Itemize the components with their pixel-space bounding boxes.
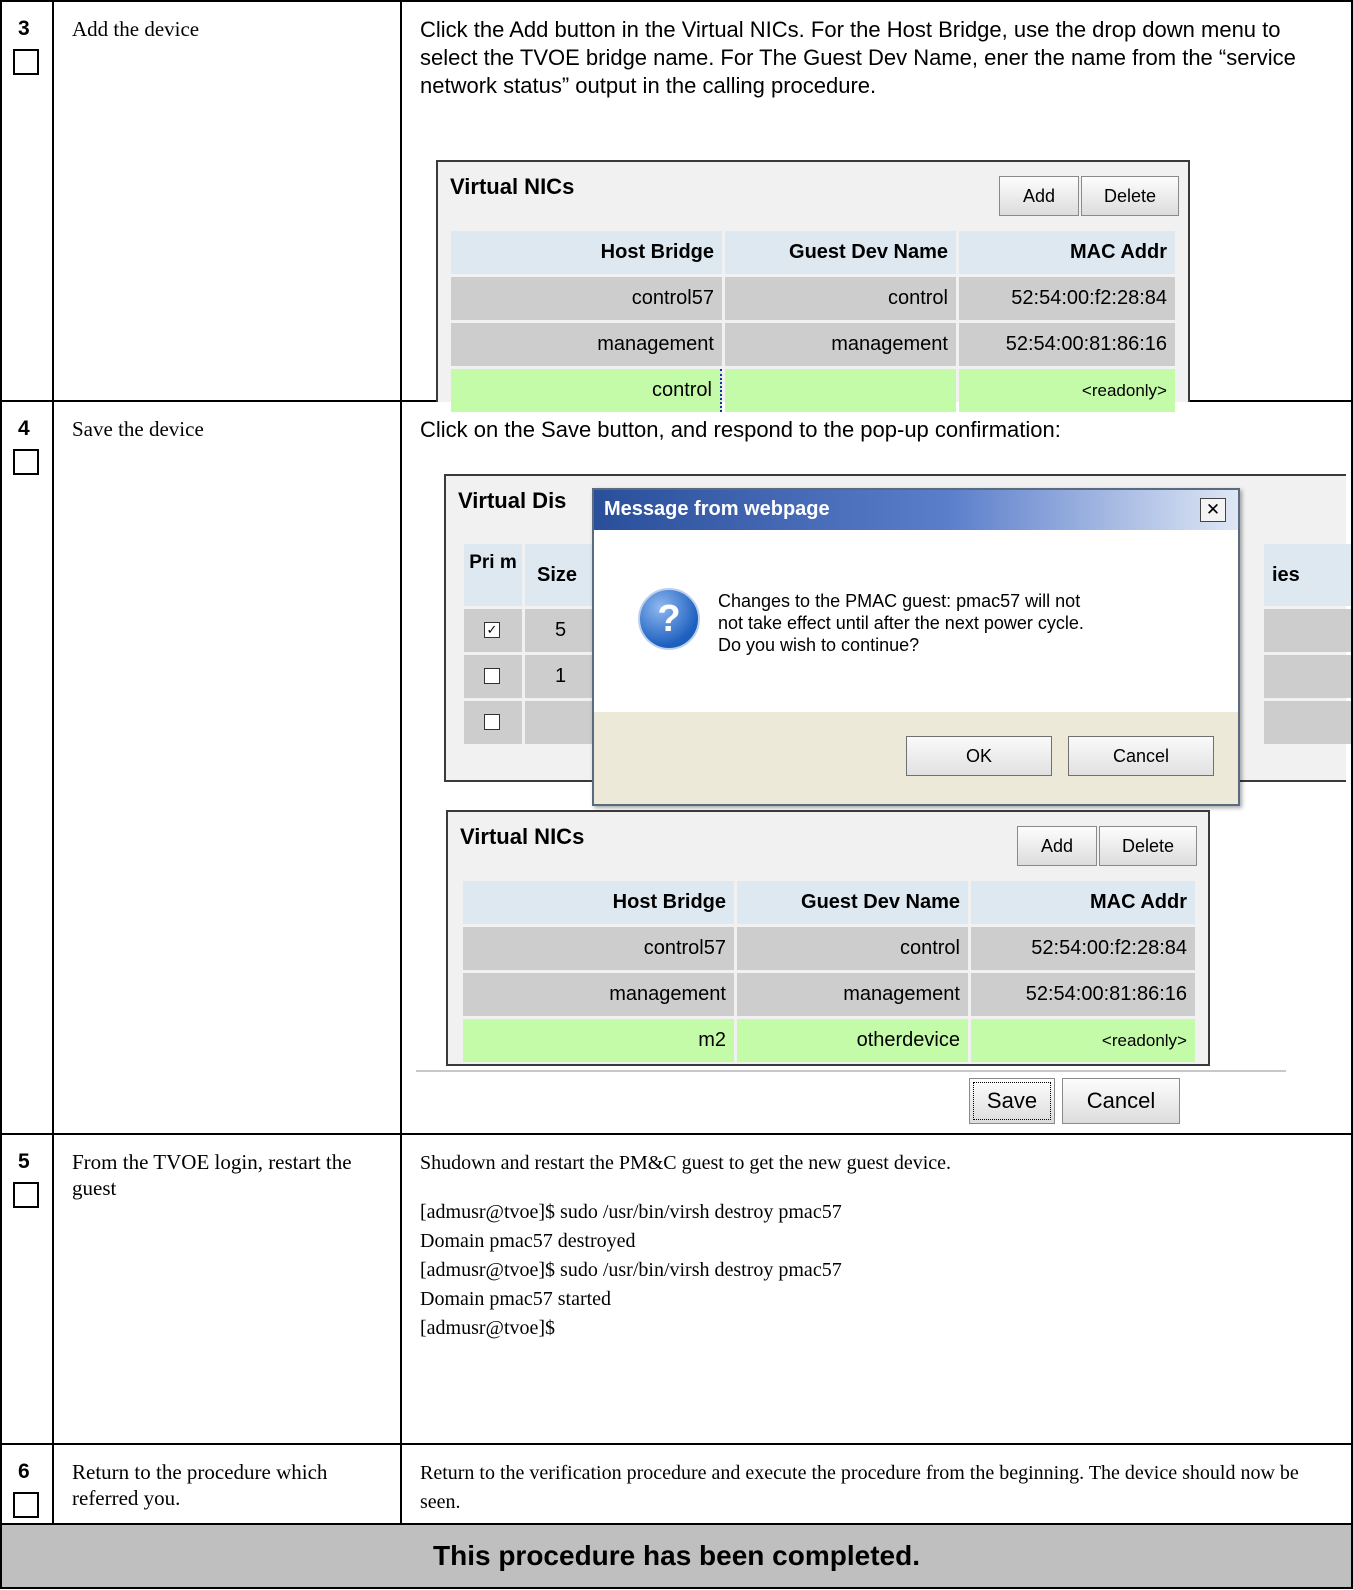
cell-guest-dev-name: control	[737, 927, 968, 970]
cell-guest-dev-name: management	[737, 973, 968, 1016]
step-row-6: 6 Return to the procedure which referred…	[0, 1443, 1353, 1525]
console-line: Domain pmac57 started	[420, 1288, 612, 1310]
procedure-table: 3 Add the device Click the Add button in…	[0, 0, 1353, 1589]
step-checkbox[interactable]	[13, 49, 39, 75]
step-instruction: Shudown and restart the PM&C guest to ge…	[420, 1152, 952, 1174]
save-button[interactable]: Save	[969, 1078, 1055, 1124]
disk-right-cell	[1264, 609, 1350, 652]
step-instruction: Return to the verification procedure and…	[420, 1462, 1299, 1513]
console-line: [admusr@tvoe]$ sudo /usr/bin/virsh destr…	[420, 1201, 842, 1223]
table-row-new[interactable]: m2 otherdevice <readonly>	[463, 1019, 1195, 1062]
cell-mac-addr: <readonly>	[971, 1019, 1195, 1062]
dialog-title: Message from webpage	[604, 498, 830, 520]
delete-button[interactable]: Delete	[1081, 176, 1179, 216]
primary-checkbox[interactable]	[484, 668, 500, 684]
step-action: Add the device	[72, 17, 200, 41]
step-number: 4	[18, 417, 30, 440]
disk-right-cell	[1264, 701, 1350, 744]
panel-title: Virtual Dis	[458, 488, 567, 513]
disk-right-cell	[1264, 655, 1350, 698]
confirm-dialog: Message from webpage ✕ ? Changes to the …	[592, 488, 1240, 806]
close-icon[interactable]: ✕	[1200, 498, 1226, 522]
table-row[interactable]: management management 52:54:00:81:86:16	[451, 323, 1175, 366]
completion-text: This procedure has been completed.	[0, 1523, 1353, 1589]
col-guest-dev-name: Guest Dev Name	[725, 231, 956, 274]
cell-guest-dev-name: control	[725, 277, 956, 320]
col-host-bridge: Host Bridge	[451, 231, 722, 274]
cell-mac-addr: 52:54:00:81:86:16	[959, 323, 1175, 366]
cell-host-bridge: control57	[451, 277, 722, 320]
console-line: [admusr@tvoe]$ sudo /usr/bin/virsh destr…	[420, 1259, 842, 1281]
cell-host-bridge: control57	[463, 927, 734, 970]
step-number: 6	[18, 1460, 30, 1483]
dialog-message-line: Do you wish to continue?	[718, 635, 920, 655]
delete-button[interactable]: Delete	[1099, 826, 1197, 866]
step-checkbox[interactable]	[13, 449, 39, 475]
virtual-nics-panel: Virtual NICs Add Delete Host Bridge Gues…	[446, 810, 1210, 1066]
dialog-titlebar: Message from webpage ✕	[594, 490, 1238, 530]
step-row-5: 5 From the TVOE login, restart the guest…	[0, 1133, 1353, 1445]
table-row[interactable]: control57 control 52:54:00:f2:28:84	[463, 927, 1195, 970]
cell-host-bridge: management	[451, 323, 722, 366]
disk-prim-cell	[464, 701, 522, 744]
table-header-row: Host Bridge Guest Dev Name MAC Addr	[463, 881, 1195, 924]
step-number: 3	[18, 17, 30, 40]
dialog-footer: OK Cancel	[594, 712, 1238, 804]
step-number: 5	[18, 1150, 30, 1173]
console-line: Domain pmac57 destroyed	[420, 1230, 636, 1252]
step-action: From the TVOE login, restart the guest	[72, 1150, 352, 1200]
step-instruction: Click on the Save button, and respond to…	[420, 417, 1061, 442]
col-mac-addr: MAC Addr	[971, 881, 1195, 924]
console-output: [admusr@tvoe]$ sudo /usr/bin/virsh destr…	[402, 1178, 1351, 1343]
col-host-bridge: Host Bridge	[463, 881, 734, 924]
step-checkbox[interactable]	[13, 1182, 39, 1208]
cancel-button[interactable]: Cancel	[1068, 736, 1214, 776]
primary-checkbox[interactable]: ✓	[484, 622, 500, 638]
cell-mac-addr: 52:54:00:f2:28:84	[959, 277, 1175, 320]
panel-title: Virtual NICs	[460, 824, 585, 849]
nics-table: Host Bridge Guest Dev Name MAC Addr cont…	[448, 228, 1178, 415]
cell-host-bridge[interactable]: m2	[463, 1019, 734, 1062]
cell-guest-dev-name[interactable]: otherdevice	[737, 1019, 968, 1062]
disks-header-prim: Pri m	[464, 544, 522, 606]
add-button[interactable]: Add	[999, 176, 1079, 216]
panel-title: Virtual NICs	[450, 174, 575, 199]
form-divider	[416, 1070, 1286, 1072]
question-icon: ?	[638, 588, 700, 650]
step-row-3: 3 Add the device Click the Add button in…	[0, 0, 1353, 412]
virtual-nics-panel: Virtual NICs Add Delete Host Bridge Gues…	[436, 160, 1190, 412]
cell-guest-dev-name: management	[725, 323, 956, 366]
console-line: [admusr@tvoe]$	[420, 1317, 556, 1339]
completion-row: This procedure has been completed.	[0, 1523, 1353, 1589]
col-mac-addr: MAC Addr	[959, 231, 1175, 274]
dialog-message: Changes to the PMAC guest: pmac57 will n…	[718, 590, 1084, 656]
step-action: Save the device	[72, 417, 204, 441]
table-header-row: Host Bridge Guest Dev Name MAC Addr	[451, 231, 1175, 274]
nics-table: Host Bridge Guest Dev Name MAC Addr cont…	[460, 878, 1198, 1065]
disk-prim-cell	[464, 655, 522, 698]
cell-mac-addr: 52:54:00:81:86:16	[971, 973, 1195, 1016]
disks-header-right: ies	[1264, 544, 1350, 606]
col-guest-dev-name: Guest Dev Name	[737, 881, 968, 924]
step-action: Return to the procedure which referred y…	[72, 1460, 328, 1510]
add-button[interactable]: Add	[1017, 826, 1097, 866]
cell-host-bridge: management	[463, 973, 734, 1016]
ok-button[interactable]: OK	[906, 736, 1052, 776]
dialog-message-line: Changes to the PMAC guest: pmac57 will n…	[718, 591, 1081, 611]
dialog-message-line: not take effect until after the next pow…	[718, 613, 1084, 633]
primary-checkbox[interactable]	[484, 714, 500, 730]
table-row[interactable]: management management 52:54:00:81:86:16	[463, 973, 1195, 1016]
step-row-4: 4 Save the device Click on the Save butt…	[0, 400, 1353, 1135]
table-row[interactable]: control57 control 52:54:00:f2:28:84	[451, 277, 1175, 320]
disk-prim-cell: ✓	[464, 609, 522, 652]
cancel-button[interactable]: Cancel	[1062, 1078, 1180, 1124]
cell-mac-addr: 52:54:00:f2:28:84	[971, 927, 1195, 970]
step-checkbox[interactable]	[13, 1492, 39, 1518]
step-instruction: Click the Add button in the Virtual NICs…	[420, 17, 1296, 98]
